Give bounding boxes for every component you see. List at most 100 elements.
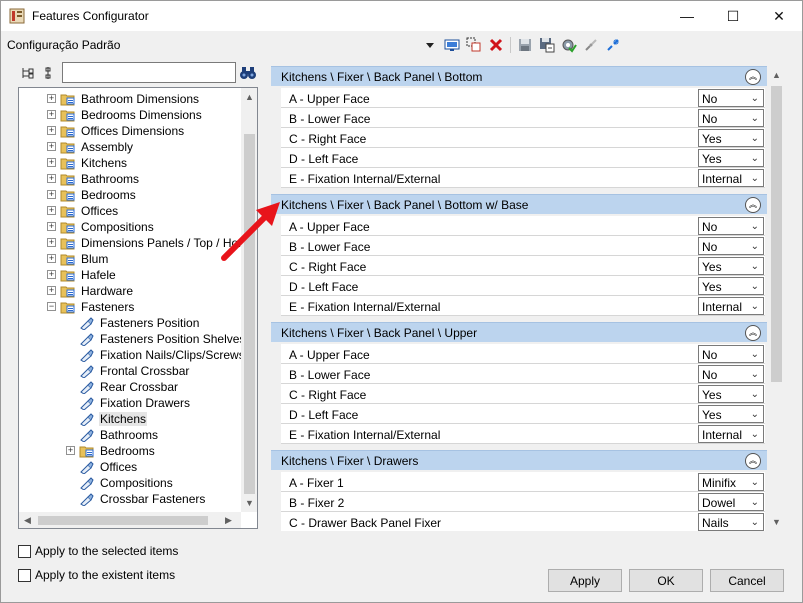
select-copy-icon[interactable] xyxy=(463,35,485,55)
scroll-left-icon[interactable]: ◀ xyxy=(24,515,31,526)
collapse-group-icon[interactable]: ︽ xyxy=(745,197,761,213)
property-value-select[interactable]: No ⌄ xyxy=(698,89,764,107)
ok-button[interactable]: OK xyxy=(629,569,703,592)
property-value-select[interactable]: Yes ⌄ xyxy=(698,405,764,423)
expand-icon[interactable]: + xyxy=(47,126,56,135)
tree-item[interactable]: + Kitchens xyxy=(19,155,241,171)
tree-item[interactable]: + Bedrooms Dimensions xyxy=(19,107,241,123)
property-value-select[interactable]: Nails ⌄ xyxy=(698,513,764,531)
property-value-select[interactable]: Yes ⌄ xyxy=(698,149,764,167)
tree-item[interactable]: + Hafele xyxy=(19,267,241,283)
expand-icon[interactable]: + xyxy=(47,286,56,295)
property-value-select[interactable]: Yes ⌄ xyxy=(698,385,764,403)
binoculars-icon[interactable] xyxy=(238,63,258,83)
tree-horizontal-scroll-thumb[interactable] xyxy=(38,516,208,525)
group-header[interactable]: Kitchens \ Fixer \ Back Panel \ Upper ︽ xyxy=(271,322,767,342)
tree-item[interactable]: + Bedrooms xyxy=(19,443,241,459)
tree-item[interactable]: Offices xyxy=(19,459,241,475)
tree-item[interactable]: Rear Crossbar xyxy=(19,379,241,395)
tree-item[interactable]: + Hardware xyxy=(19,283,241,299)
property-value-select[interactable]: No ⌄ xyxy=(698,345,764,363)
search-input[interactable] xyxy=(62,62,236,83)
scroll-up-icon[interactable]: ▲ xyxy=(245,92,254,102)
tree-item[interactable]: Compositions xyxy=(19,475,241,491)
properties-scroll-thumb[interactable] xyxy=(771,86,782,382)
tree-item[interactable]: + Compositions xyxy=(19,219,241,235)
dropdown-arrow-icon[interactable] xyxy=(419,35,441,55)
expand-icon[interactable]: + xyxy=(47,174,56,183)
delete-icon[interactable] xyxy=(485,35,507,55)
property-value-select[interactable]: Minifix ⌄ xyxy=(698,473,764,491)
apply-existent-items-option[interactable]: Apply to the existent items xyxy=(18,568,175,582)
tree-item[interactable]: Bathrooms xyxy=(19,427,241,443)
tree-vertical-scrollbar[interactable]: ▲ ▼ xyxy=(241,88,257,512)
group-header[interactable]: Kitchens \ Fixer \ Drawers ︽ xyxy=(271,450,767,470)
expand-icon[interactable]: + xyxy=(47,222,56,231)
tree-item[interactable]: + Offices xyxy=(19,203,241,219)
tree-item[interactable]: Fasteners Position xyxy=(19,315,241,331)
tree-collapse-icon[interactable] xyxy=(39,63,61,83)
tree-item[interactable]: Kitchens xyxy=(19,411,241,427)
tree-item[interactable]: + Assembly xyxy=(19,139,241,155)
tree-item[interactable]: − Fasteners xyxy=(19,299,241,315)
expand-icon[interactable]: + xyxy=(47,142,56,151)
property-value-select[interactable]: No ⌄ xyxy=(698,217,764,235)
tree-horizontal-scrollbar[interactable]: ◀ ▶ xyxy=(19,512,241,528)
property-value-select[interactable]: Yes ⌄ xyxy=(698,129,764,147)
property-value-select[interactable]: Dowel ⌄ xyxy=(698,493,764,511)
group-header[interactable]: Kitchens \ Fixer \ Back Panel \ Bottom ︽ xyxy=(271,66,767,86)
property-value-select[interactable]: Yes ⌄ xyxy=(698,257,764,275)
tree-item[interactable]: + Bathrooms xyxy=(19,171,241,187)
maximize-button[interactable]: ☐ xyxy=(710,1,756,31)
expand-icon[interactable]: + xyxy=(47,94,56,103)
minimize-button[interactable]: — xyxy=(664,1,710,31)
collapse-group-icon[interactable]: ︽ xyxy=(745,325,761,341)
tree-item[interactable]: + Dimensions Panels / Top / Hone xyxy=(19,235,252,251)
monitor-icon[interactable] xyxy=(441,35,463,55)
scroll-down-icon[interactable]: ▼ xyxy=(772,517,781,527)
close-window-button[interactable]: ✕ xyxy=(756,1,802,31)
apply-button[interactable]: Apply xyxy=(548,569,622,592)
collapse-icon[interactable]: − xyxy=(47,302,56,311)
tree-item[interactable]: + Blum xyxy=(19,251,241,267)
property-value-select[interactable]: No ⌄ xyxy=(698,237,764,255)
expand-icon[interactable]: + xyxy=(47,254,56,263)
expand-icon[interactable]: + xyxy=(47,206,56,215)
property-value-select[interactable]: Internal ⌄ xyxy=(698,425,764,443)
tree-item[interactable]: + Bedrooms xyxy=(19,187,241,203)
scroll-right-icon[interactable]: ▶ xyxy=(225,515,232,526)
property-value-select[interactable]: Internal ⌄ xyxy=(698,297,764,315)
group-header[interactable]: Kitchens \ Fixer \ Back Panel \ Bottom w… xyxy=(271,194,767,214)
property-value-select[interactable]: No ⌄ xyxy=(698,365,764,383)
tree-expand-icon[interactable] xyxy=(17,63,39,83)
scroll-up-icon[interactable]: ▲ xyxy=(772,70,781,80)
expand-icon[interactable]: + xyxy=(66,446,75,455)
tree-item[interactable]: + Bathroom Dimensions xyxy=(19,91,241,107)
property-value-select[interactable]: Yes ⌄ xyxy=(698,277,764,295)
expand-icon[interactable]: + xyxy=(47,110,56,119)
tree-item[interactable]: Fixation Nails/Clips/Screws xyxy=(19,347,245,363)
expand-icon[interactable]: + xyxy=(47,190,56,199)
tree-item[interactable]: + Offices Dimensions xyxy=(19,123,241,139)
apply-selected-items-option[interactable]: Apply to the selected items xyxy=(18,544,178,558)
property-value-select[interactable]: Internal ⌄ xyxy=(698,169,764,187)
collapse-group-icon[interactable]: ︽ xyxy=(745,453,761,469)
properties-vertical-scrollbar[interactable]: ▲ ▼ xyxy=(768,67,785,531)
expand-icon[interactable]: + xyxy=(47,238,56,247)
collapse-group-icon[interactable]: ︽ xyxy=(745,69,761,85)
tree-item[interactable]: Fasteners Position Shelves xyxy=(19,331,245,347)
expand-icon[interactable]: + xyxy=(47,158,56,167)
apply-selected-items-checkbox[interactable] xyxy=(18,544,31,558)
unlink-icon[interactable] xyxy=(602,35,624,55)
expand-icon[interactable]: + xyxy=(47,270,56,279)
apply-existent-items-checkbox[interactable] xyxy=(18,568,31,582)
link-icon[interactable] xyxy=(580,35,602,55)
scroll-down-icon[interactable]: ▼ xyxy=(245,498,254,508)
tree-item[interactable]: Crossbar Fasteners xyxy=(19,491,241,507)
tree-vertical-scroll-thumb[interactable] xyxy=(244,134,255,494)
tree-item[interactable]: Fixation Drawers xyxy=(19,395,241,411)
settings-check-icon[interactable] xyxy=(558,35,580,55)
save-as-icon[interactable] xyxy=(536,35,558,55)
save-icon[interactable] xyxy=(514,35,536,55)
tree-item[interactable]: Frontal Crossbar xyxy=(19,363,241,379)
